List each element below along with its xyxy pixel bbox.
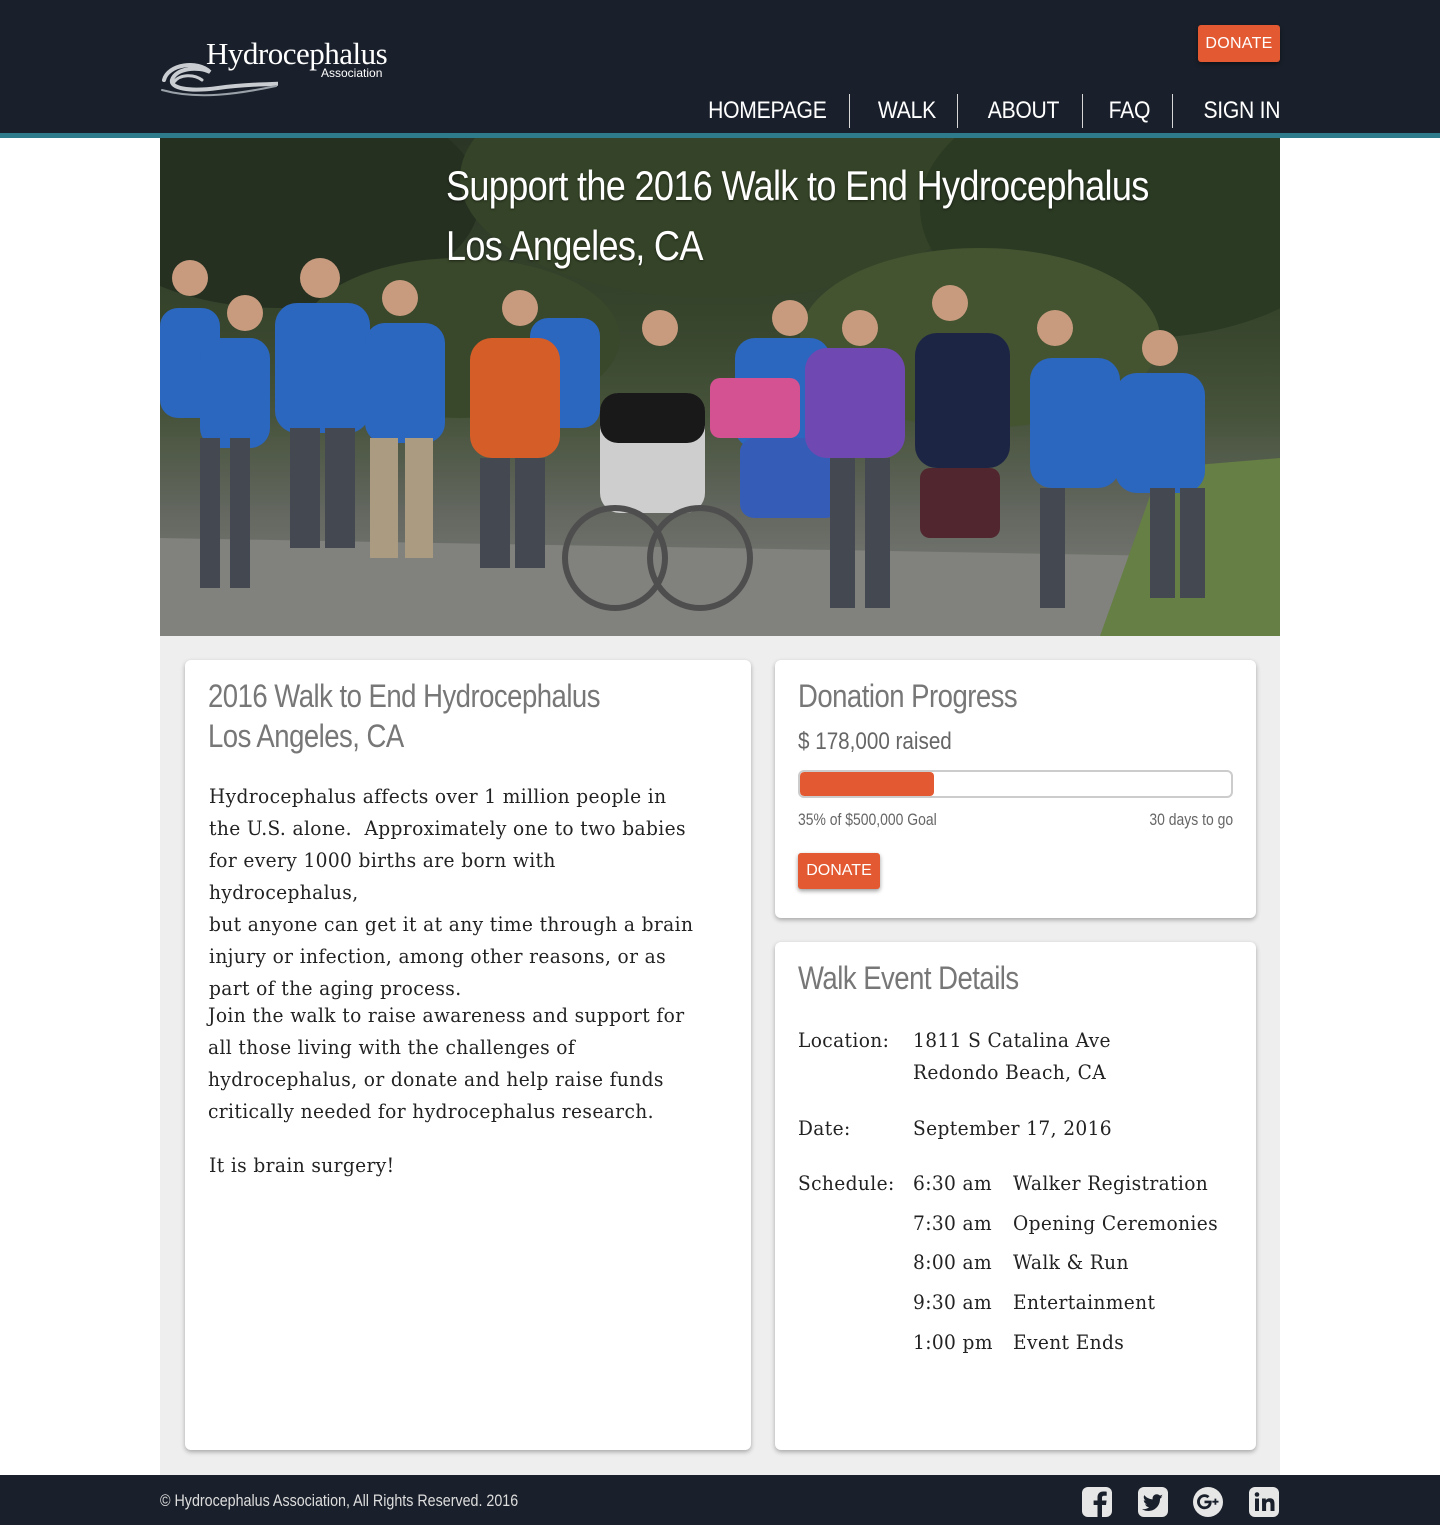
nav-item-sign-in[interactable]: SIGN IN: [1186, 97, 1280, 125]
hero-title: Support the 2016 Walk to End Hydrocephal…: [446, 156, 1149, 276]
donation-progress-card: Donation Progress $ 178,000 raised 35% o…: [775, 660, 1256, 918]
walk-info-card: 2016 Walk to End Hydrocephalus Los Angel…: [185, 660, 751, 1450]
paragraph-line: the U.S. alone. Approximately one to two…: [209, 816, 686, 840]
nav-divider: [848, 94, 850, 128]
date-value: September 17, 2016: [913, 1116, 1113, 1140]
schedule-time: 8:00 am: [913, 1250, 993, 1274]
hero-banner: Support the 2016 Walk to End Hydrocephal…: [160, 138, 1280, 636]
location-line1: 1811 S Catalina Ave: [913, 1028, 1111, 1052]
progress-bar: [798, 770, 1233, 798]
facebook-icon[interactable]: [1081, 1486, 1113, 1518]
logo-subtext: Association: [321, 66, 383, 80]
hero-title-line1: Support the 2016 Walk to End Hydrocephal…: [446, 162, 1149, 209]
schedule-time: 9:30 am: [913, 1290, 993, 1314]
schedule-event: Opening Ceremonies: [1013, 1211, 1219, 1235]
nav-item-about[interactable]: ABOUT: [971, 97, 1060, 125]
walk-info-title: 2016 Walk to End Hydrocephalus Los Angel…: [208, 676, 600, 756]
paragraph-line: injury or infection, among other reasons…: [209, 944, 667, 968]
paragraph-line: Join the walk to raise awareness and sup…: [208, 1003, 685, 1027]
copyright-text: © Hydrocephalus Association, All Rights …: [160, 1491, 519, 1510]
progress-bar-fill: [800, 772, 934, 796]
paragraph-line: critically needed for hydrocephalus rese…: [208, 1099, 654, 1123]
schedule-event: Event Ends: [1013, 1330, 1125, 1354]
nav-divider: [1081, 94, 1083, 128]
amount-raised: $ 178,000 raised: [798, 728, 952, 755]
location-line2: Redondo Beach, CA: [913, 1060, 1107, 1084]
nav-item-walk[interactable]: WALK: [860, 97, 935, 125]
site-footer: © Hydrocephalus Association, All Rights …: [0, 1475, 1440, 1525]
schedule-time: 7:30 am: [913, 1211, 993, 1235]
google-plus-icon[interactable]: [1192, 1486, 1224, 1518]
header-donate-button[interactable]: DONATE: [1198, 25, 1280, 62]
main-nav: HOMEPAGE WALK ABOUT FAQ SIGN IN: [672, 92, 1280, 130]
main-content: 2016 Walk to End Hydrocephalus Los Angel…: [160, 636, 1280, 1475]
site-header: Hydrocephalus Association DONATE HOMEPAG…: [0, 0, 1440, 138]
nav-item-homepage[interactable]: HOMEPAGE: [691, 97, 827, 125]
paragraph-line: all those living with the challenges of: [208, 1035, 576, 1059]
donate-button[interactable]: DONATE: [798, 853, 880, 889]
nav-divider: [957, 94, 959, 128]
linkedin-icon[interactable]: [1248, 1486, 1280, 1518]
days-remaining-text: 30 days to go: [1149, 810, 1233, 829]
walk-info-title-line1: 2016 Walk to End Hydrocephalus: [208, 678, 600, 714]
nav-divider: [1171, 94, 1173, 128]
logo[interactable]: Hydrocephalus Association: [158, 36, 398, 102]
donation-progress-title: Donation Progress: [798, 678, 1018, 714]
schedule-time: 1:00 pm: [913, 1330, 993, 1354]
walk-info-title-line2: Los Angeles, CA: [208, 718, 404, 754]
date-label: Date:: [798, 1116, 851, 1140]
event-details-title: Walk Event Details: [798, 960, 1019, 996]
schedule-time: 6:30 am: [913, 1171, 993, 1195]
schedule-event: Entertainment: [1013, 1290, 1156, 1314]
walk-info-paragraph-1: Hydrocephalus affects over 1 million peo…: [209, 780, 702, 1004]
hero-title-line2: Los Angeles, CA: [446, 222, 703, 269]
paragraph-line: Hydrocephalus affects over 1 million peo…: [209, 784, 667, 808]
walk-info-paragraph-3: It is brain surgery!: [209, 1153, 395, 1177]
goal-percent-text: 35% of $500,000 Goal: [798, 810, 937, 829]
twitter-icon[interactable]: [1137, 1486, 1169, 1518]
schedule-event: Walker Registration: [1013, 1171, 1209, 1195]
paragraph-line: but anyone can get it at any time throug…: [209, 912, 694, 936]
walk-event-details-card: Walk Event Details Location: 1811 S Cata…: [775, 942, 1256, 1450]
paragraph-line: hydrocephalus, or donate and help raise …: [208, 1067, 664, 1091]
location-label: Location:: [798, 1028, 890, 1052]
paragraph-line: for every 1000 births are born with hydr…: [209, 848, 556, 904]
walk-info-paragraph-2: Join the walk to raise awareness and sup…: [208, 999, 701, 1127]
nav-item-faq[interactable]: FAQ: [1091, 97, 1150, 125]
schedule-event: Walk & Run: [1013, 1250, 1129, 1274]
schedule-label: Schedule:: [798, 1171, 895, 1195]
